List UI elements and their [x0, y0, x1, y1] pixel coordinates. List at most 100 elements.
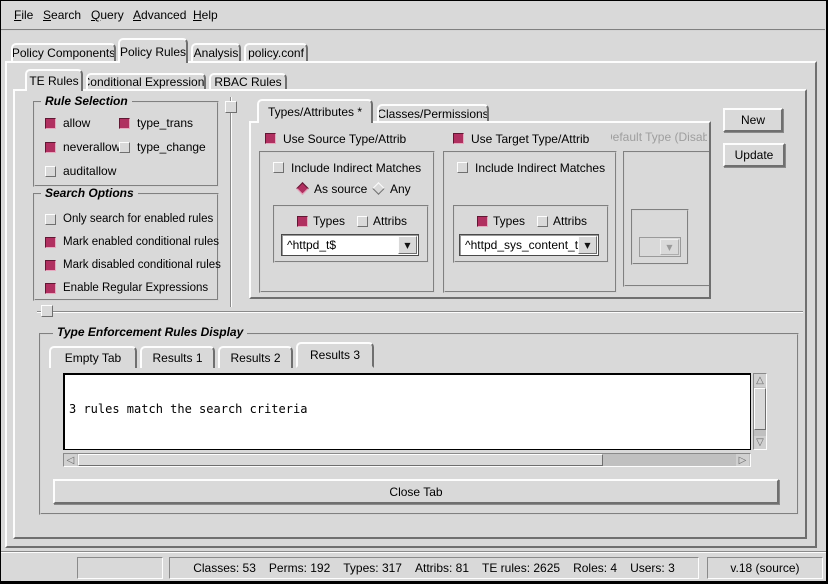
- new-button-label: New: [741, 113, 765, 127]
- neverallow-checkbox[interactable]: [45, 142, 56, 153]
- stat-te-rules: TE rules: 2625: [482, 561, 560, 575]
- tab-results-3[interactable]: Results 3: [296, 342, 374, 368]
- tab-label: Results 1: [152, 351, 202, 365]
- scroll-down-icon[interactable]: ▽: [754, 436, 766, 449]
- update-button-label: Update: [735, 148, 774, 162]
- menu-query[interactable]: Query: [91, 8, 124, 22]
- source-types-checkbox[interactable]: [297, 216, 308, 227]
- tab-label: Analysis: [194, 46, 239, 60]
- source-attribs-checkbox[interactable]: [357, 216, 368, 227]
- tab-label: Empty Tab: [65, 351, 121, 365]
- neverallow-label: neverallow: [63, 140, 120, 154]
- source-attribs-label: Attribs: [373, 214, 407, 228]
- menu-help[interactable]: Help: [193, 8, 218, 22]
- stat-perms: Perms: 192: [269, 561, 330, 575]
- mark-disabled-checkbox[interactable]: [45, 260, 56, 271]
- tab-rbac-rules[interactable]: RBAC Rules: [209, 73, 287, 89]
- vertical-sash-handle[interactable]: [225, 101, 237, 113]
- target-types-checkbox[interactable]: [477, 216, 488, 227]
- close-tab-label: Close Tab: [389, 485, 442, 499]
- as-source-label: As source: [314, 182, 367, 196]
- tab-label: policy.conf: [248, 46, 304, 60]
- tab-label: Results 3: [310, 348, 360, 362]
- policy-version: v.18 (source): [730, 561, 799, 575]
- menu-search[interactable]: Search: [43, 8, 81, 22]
- target-types-label: Types: [493, 214, 525, 228]
- dropdown-arrow-icon[interactable]: ▼: [578, 236, 597, 254]
- scroll-left-icon[interactable]: ◁: [64, 454, 77, 466]
- default-type-label: Default Type (Disabled): [611, 130, 707, 144]
- tab-conditional-expressions[interactable]: Conditional Expressions: [86, 73, 206, 89]
- only-enabled-label: Only search for enabled rules: [63, 212, 213, 226]
- menu-file[interactable]: File: [14, 8, 33, 22]
- menu-bar: File Search Query Advanced Help: [1, 1, 825, 31]
- tab-results-2[interactable]: Results 2: [218, 346, 293, 368]
- regex-checkbox[interactable]: [45, 283, 56, 294]
- regex-label: Enable Regular Expressions: [63, 281, 208, 295]
- target-indirect-checkbox[interactable]: [457, 162, 468, 173]
- close-tab-button[interactable]: Close Tab: [53, 479, 779, 504]
- type-trans-checkbox[interactable]: [119, 118, 130, 129]
- default-type-label-clip: Default Type (Disabled): [611, 130, 707, 145]
- apol-window: File Search Query Advanced Help Policy C…: [0, 0, 828, 584]
- status-bar-separator: [1, 551, 826, 553]
- default-type-combobox: ▼: [639, 237, 681, 257]
- tab-results-1[interactable]: Results 1: [140, 346, 215, 368]
- auditallow-checkbox[interactable]: [45, 166, 56, 177]
- tab-label: Policy Rules: [120, 45, 186, 59]
- tab-policy-rules[interactable]: Policy Rules: [118, 38, 188, 63]
- tab-label: TE Rules: [29, 74, 78, 88]
- vertical-scrollbar-thumb[interactable]: [754, 388, 766, 430]
- target-attribs-checkbox[interactable]: [537, 216, 548, 227]
- source-types-label: Types: [313, 214, 345, 228]
- tab-types-attributes[interactable]: Types/Attributes *: [257, 99, 373, 123]
- allow-label: allow: [63, 116, 90, 130]
- tab-label: Policy Components: [12, 46, 115, 60]
- dropdown-arrow-icon: ▼: [660, 239, 679, 255]
- tab-classes-permissions[interactable]: Classes/Permissions: [377, 104, 489, 121]
- search-options-title: Search Options: [41, 187, 138, 200]
- results-text-area[interactable]: 3 rules match the search criteria (5822)…: [63, 373, 751, 450]
- results-group-title: Type Enforcement Rules Display: [53, 326, 247, 339]
- use-target-checkbox[interactable]: [453, 133, 464, 144]
- mark-enabled-checkbox[interactable]: [45, 237, 56, 248]
- tab-policy-conf[interactable]: policy.conf: [244, 43, 308, 61]
- tab-te-rules[interactable]: TE Rules: [25, 69, 83, 91]
- scroll-up-icon[interactable]: △: [754, 374, 766, 387]
- rule-selection-title: Rule Selection: [41, 95, 132, 108]
- only-enabled-checkbox[interactable]: [45, 214, 56, 225]
- horizontal-sash-handle[interactable]: [41, 305, 53, 317]
- stat-classes: Classes: 53: [193, 561, 256, 575]
- tab-empty-tab[interactable]: Empty Tab: [49, 346, 137, 368]
- tab-analysis[interactable]: Analysis: [191, 43, 241, 61]
- tab-label: Results 2: [230, 351, 280, 365]
- tab-policy-components[interactable]: Policy Components: [11, 43, 116, 61]
- dropdown-arrow-icon[interactable]: ▼: [398, 236, 417, 254]
- type-change-checkbox[interactable]: [119, 142, 130, 153]
- tab-label: Conditional Expressions: [86, 75, 206, 89]
- vertical-sash: [230, 97, 232, 307]
- new-button[interactable]: New: [723, 108, 783, 132]
- type-trans-label: type_trans: [137, 116, 193, 130]
- target-indirect-label: Include Indirect Matches: [475, 161, 605, 175]
- use-source-checkbox[interactable]: [265, 133, 276, 144]
- source-type-value: ^httpd_t$: [287, 238, 336, 252]
- allow-checkbox[interactable]: [45, 118, 56, 129]
- target-attribs-label: Attribs: [553, 214, 587, 228]
- scroll-right-icon[interactable]: ▷: [736, 454, 749, 466]
- status-panel-left: [77, 557, 163, 579]
- source-type-combobox[interactable]: ^httpd_t$ ▼: [281, 234, 419, 256]
- update-button[interactable]: Update: [723, 143, 785, 167]
- source-indirect-checkbox[interactable]: [273, 162, 284, 173]
- source-indirect-label: Include Indirect Matches: [291, 161, 421, 175]
- horizontal-scrollbar-thumb[interactable]: [78, 454, 603, 466]
- target-type-value: ^httpd_sys_content_t$: [465, 238, 585, 252]
- stat-roles: Roles: 4: [573, 561, 617, 575]
- type-change-label: type_change: [137, 140, 206, 154]
- status-panel-stats: Classes: 53 Perms: 192 Types: 317 Attrib…: [169, 557, 699, 579]
- menu-advanced[interactable]: Advanced: [133, 8, 186, 22]
- mark-disabled-label: Mark disabled conditional rules: [63, 258, 221, 272]
- target-type-combobox[interactable]: ^httpd_sys_content_t$ ▼: [459, 234, 599, 256]
- use-target-label: Use Target Type/Attrib: [471, 132, 589, 146]
- tab-label: Types/Attributes *: [268, 105, 362, 119]
